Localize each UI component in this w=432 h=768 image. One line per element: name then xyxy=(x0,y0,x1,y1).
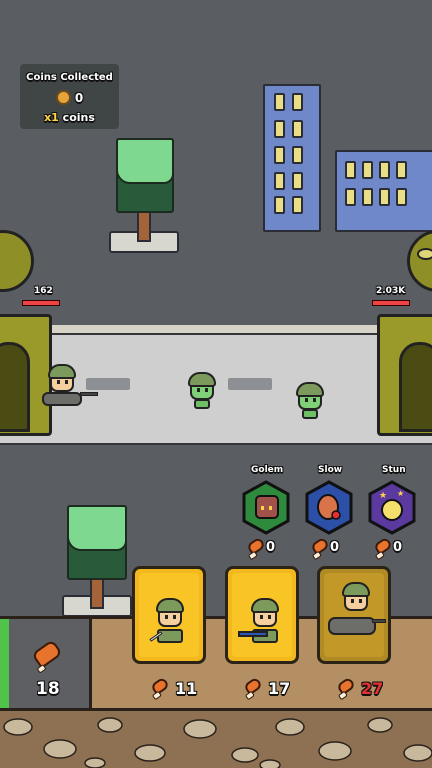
unit-card-knife-soldier[interactable] xyxy=(132,566,206,664)
tree-top xyxy=(109,138,181,256)
enemy-base-hp-bar xyxy=(372,300,410,306)
ability-slow-button[interactable] xyxy=(304,480,354,535)
ability-label-stun: Stun xyxy=(382,465,406,475)
tree-bottom xyxy=(62,505,134,620)
stun-icon: ★ ★ xyxy=(368,480,416,535)
enemy-base-hp: 2.03K xyxy=(376,286,406,296)
meat-resource-amount: 18 xyxy=(36,679,60,699)
ability-golem-button[interactable] xyxy=(241,480,291,535)
svg-text:★: ★ xyxy=(379,491,387,501)
meat-resource-bar xyxy=(0,619,9,710)
meat-icon xyxy=(31,639,63,669)
svg-text:★: ★ xyxy=(397,489,404,498)
ability-count-stun: 0 xyxy=(393,540,403,555)
coins-panel-title: Coins Collected xyxy=(26,72,113,83)
enemy-zombie-soldier xyxy=(188,372,218,410)
cost-knife-soldier: 11 xyxy=(175,679,198,698)
coins-multiplier-label: coins xyxy=(62,111,95,124)
coins-collected-panel: Coins Collected 0 x1 coins xyxy=(20,64,119,129)
player-base-hp: 162 xyxy=(34,286,53,296)
slow-icon xyxy=(305,480,353,535)
meat-icon xyxy=(373,536,393,556)
enemy-base xyxy=(377,230,432,436)
building-wide xyxy=(335,150,432,232)
ability-stun-button[interactable]: ★ ★ xyxy=(367,480,417,535)
unit-card-tank-soldier[interactable] xyxy=(317,566,391,664)
player-tank-unit xyxy=(40,364,100,410)
coins-count: 0 xyxy=(74,90,84,105)
ability-count-golem: 0 xyxy=(266,540,276,555)
golem-icon xyxy=(242,480,290,535)
enemy-zombie-soldier xyxy=(296,382,326,420)
cost-rifle-soldier: 17 xyxy=(268,679,291,698)
player-base-hp-bar xyxy=(22,300,60,306)
meat-icon xyxy=(246,536,266,556)
ability-label-golem: Golem xyxy=(251,465,284,475)
meat-icon xyxy=(310,536,330,556)
meat-resource-panel: 18 xyxy=(0,616,92,710)
cost-tank-soldier: 27 xyxy=(361,679,384,698)
unit-card-rifle-soldier[interactable] xyxy=(225,566,299,664)
road-marking xyxy=(228,378,272,390)
coins-multiplier-value: x1 xyxy=(44,111,59,124)
ability-count-slow: 0 xyxy=(330,540,340,555)
building-tall xyxy=(263,84,321,232)
ability-label-slow: Slow xyxy=(318,465,343,475)
coin-icon xyxy=(55,90,71,105)
coins-count-row: 0 xyxy=(20,90,119,105)
ground-dirt xyxy=(0,708,432,768)
coins-multiplier: x1 coins xyxy=(20,111,119,124)
